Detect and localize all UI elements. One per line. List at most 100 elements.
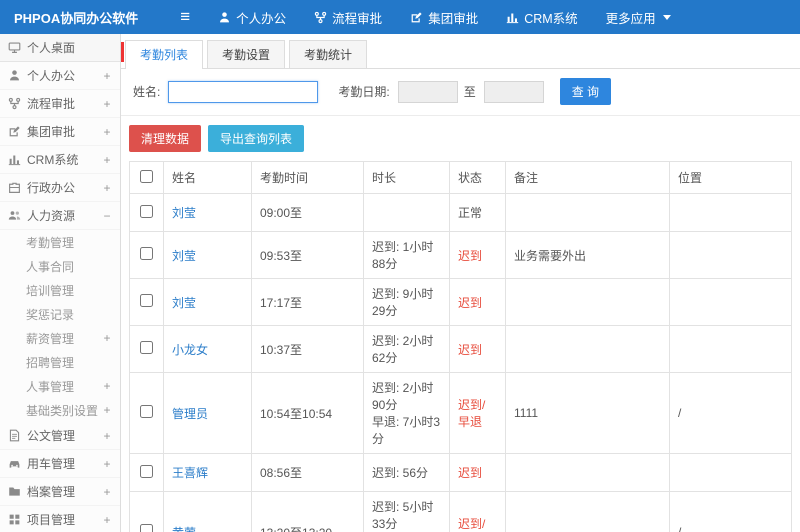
user-icon	[218, 11, 231, 24]
attendance-time: 17:17至	[251, 278, 364, 326]
main-content: 考勤列表 考勤设置 考勤统计 姓名: 考勤日期: 至 查 询 清理数据 导出查询…	[121, 34, 800, 532]
sidebar-item-training[interactable]: 培训管理	[0, 278, 120, 302]
expand-icon[interactable]: +	[102, 69, 112, 83]
employee-name-link[interactable]: 小龙女	[172, 343, 208, 357]
sidebar-item-rewards[interactable]: 奖惩记录	[0, 302, 120, 326]
sidebar-item-salary[interactable]: 薪资管理 +	[0, 326, 120, 350]
row-checkbox[interactable]	[140, 294, 153, 307]
table-row: 小龙女 10:37至 迟到: 2小时62分 迟到	[129, 325, 792, 373]
employee-name-link[interactable]: 刘莹	[172, 296, 196, 310]
sidebar-item-crm[interactable]: CRM系统 +	[0, 146, 120, 174]
sidebar-item-process-approval[interactable]: 流程审批 +	[0, 90, 120, 118]
name-filter-input[interactable]	[168, 80, 319, 103]
row-checkbox[interactable]	[140, 341, 153, 354]
tab-attendance-list[interactable]: 考勤列表	[125, 40, 204, 69]
chart-icon	[8, 153, 21, 166]
tab-attendance-stats[interactable]: 考勤统计	[289, 40, 368, 68]
user-icon	[8, 69, 21, 82]
col-header-remark: 备注	[505, 161, 670, 194]
sidebar-item-hr[interactable]: 人力资源 −	[0, 202, 120, 230]
sidebar-item-label: CRM系统	[27, 153, 79, 167]
location	[669, 278, 792, 326]
col-header-name: 姓名	[163, 161, 252, 194]
expand-icon[interactable]: +	[102, 153, 112, 167]
briefcase-icon	[8, 181, 21, 194]
chart-icon	[506, 11, 519, 24]
tab-attendance-settings[interactable]: 考勤设置	[207, 40, 286, 68]
sidebar-item-personal-office[interactable]: 个人办公 +	[0, 62, 120, 90]
row-checkbox[interactable]	[140, 405, 153, 418]
sidebar-item-label: 人力资源	[27, 209, 76, 223]
expand-icon[interactable]: +	[102, 97, 112, 111]
sidebar-item-attendance-mgmt[interactable]: 考勤管理	[0, 230, 120, 254]
sidebar-item-group-approval[interactable]: 集团审批 +	[0, 118, 120, 146]
status-badge: 迟到	[449, 453, 506, 492]
nav-item-personal-office[interactable]: 个人办公	[204, 0, 300, 34]
top-nav: 个人办公 流程审批 集团审批 CRM系统 更多应用	[204, 0, 685, 34]
menu-icon[interactable]: ≡	[152, 0, 204, 34]
row-checkbox[interactable]	[140, 247, 153, 260]
sidebar-item-label: 行政办公	[27, 181, 76, 195]
expand-icon[interactable]: +	[102, 125, 112, 139]
sidebar-item-vehicles[interactable]: 用车管理 +	[0, 450, 120, 478]
row-checkbox[interactable]	[140, 204, 153, 218]
desktop-icon	[8, 41, 21, 54]
to-label: 至	[463, 85, 476, 99]
attendance-table-wrap: 姓名 考勤时间 时长 状态 备注 位置 刘莹 09:00至 正常 刘莹 09:5…	[121, 161, 800, 532]
sidebar-item-base-category[interactable]: 基础类别设置 +	[0, 398, 120, 422]
employee-name-link[interactable]: 刘莹	[172, 206, 196, 220]
sidebar-item-label: 档案管理	[27, 485, 76, 499]
duration: 迟到: 56分	[363, 453, 450, 492]
employee-name-link[interactable]: 刘莹	[172, 249, 196, 263]
nav-item-group-approval[interactable]: 集团审批	[396, 0, 492, 34]
sidebar-item-documents[interactable]: 公文管理 +	[0, 422, 120, 450]
remark	[505, 491, 670, 532]
expand-icon[interactable]: +	[102, 429, 112, 443]
remark	[505, 325, 670, 373]
status-badge: 迟到	[449, 278, 506, 326]
employee-name-link[interactable]: 王喜辉	[172, 466, 208, 480]
date-to-input[interactable]	[483, 80, 544, 103]
col-header-time: 考勤时间	[251, 161, 364, 194]
select-all-checkbox[interactable]	[140, 169, 153, 183]
expand-icon[interactable]: +	[102, 181, 112, 195]
attendance-time: 10:37至	[251, 325, 364, 373]
attendance-time: 10:54至10:54	[251, 372, 364, 454]
nav-label: CRM系统	[524, 11, 578, 26]
table-row: 刘莹 09:00至 正常	[129, 193, 792, 232]
sidebar-item-hr-contract[interactable]: 人事合同	[0, 254, 120, 278]
collapse-icon[interactable]: −	[102, 209, 112, 223]
search-button[interactable]: 查 询	[559, 78, 612, 105]
sidebar-item-projects[interactable]: 项目管理 +	[0, 506, 120, 532]
export-list-button[interactable]: 导出查询列表	[208, 125, 305, 152]
expand-icon[interactable]: +	[102, 457, 112, 471]
nav-item-more-apps[interactable]: 更多应用	[592, 0, 685, 34]
expand-icon[interactable]: +	[102, 379, 112, 393]
expand-icon[interactable]: +	[102, 331, 112, 345]
employee-name-link[interactable]: 管理员	[172, 407, 208, 421]
col-header-duration: 时长	[363, 161, 450, 194]
attendance-time: 13:20至13:20	[251, 491, 364, 532]
sidebar-item-recruit[interactable]: 招聘管理	[0, 350, 120, 374]
expand-icon[interactable]: +	[102, 513, 112, 527]
location	[669, 453, 792, 492]
duration: 迟到: 1小时88分	[363, 231, 450, 279]
sidebar-item-personnel[interactable]: 人事管理 +	[0, 374, 120, 398]
row-checkbox[interactable]	[140, 524, 153, 532]
expand-icon[interactable]: +	[102, 485, 112, 499]
duration: 迟到: 2小时90分 早退: 7小时3分	[363, 372, 450, 454]
employee-name-link[interactable]: 黄莺	[172, 526, 196, 532]
nav-item-process-approval[interactable]: 流程审批	[300, 0, 396, 34]
date-from-input[interactable]	[397, 80, 458, 103]
sidebar-item-admin-office[interactable]: 行政办公 +	[0, 174, 120, 202]
status-badge: 迟到/早退	[449, 372, 506, 454]
remark: 业务需要外出	[505, 231, 670, 279]
sidebar-item-desktop[interactable]: 个人桌面	[0, 34, 120, 62]
status-badge: 正常	[449, 193, 506, 232]
row-checkbox[interactable]	[140, 464, 153, 478]
nav-item-crm[interactable]: CRM系统	[492, 0, 591, 34]
expand-icon[interactable]: +	[102, 403, 112, 417]
sidebar-item-archives[interactable]: 档案管理 +	[0, 478, 120, 506]
clean-data-button[interactable]: 清理数据	[129, 125, 202, 152]
attendance-table: 姓名 考勤时间 时长 状态 备注 位置 刘莹 09:00至 正常 刘莹 09:5…	[129, 161, 792, 532]
